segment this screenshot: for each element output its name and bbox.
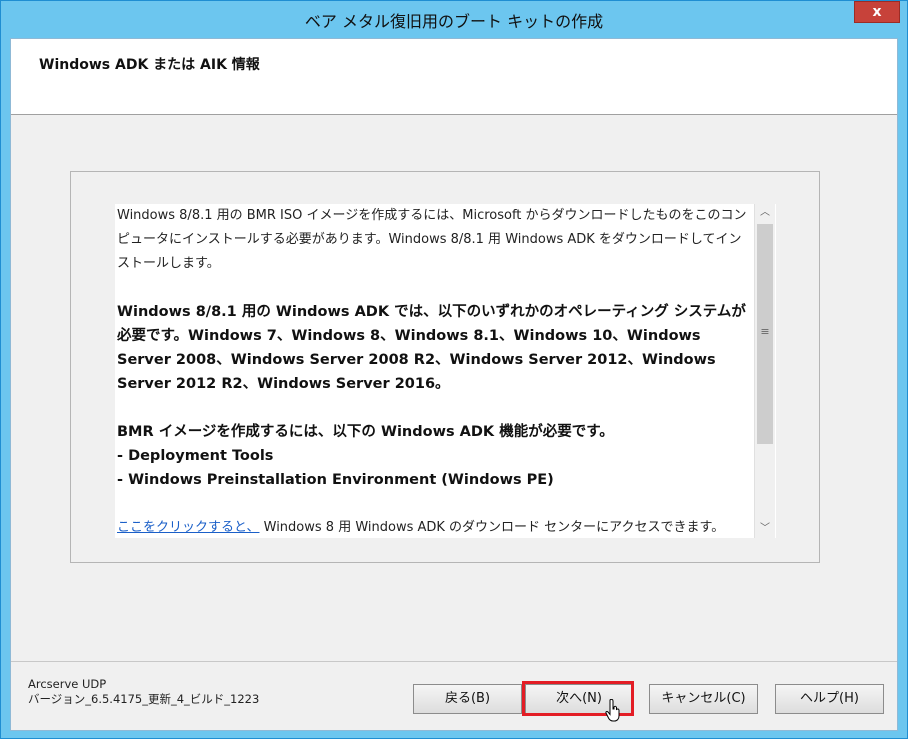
page-title: Windows ADK または AIK 情報: [39, 57, 260, 73]
version-string: バージョン_6.5.4175_更新_4_ビルド_1223: [28, 692, 260, 706]
title-bar[interactable]: ベア メタル復旧用のブート キットの作成 x: [1, 1, 907, 38]
dialog-client-area: Windows ADK または AIK 情報 Windows 8/8.1 用の …: [10, 38, 898, 731]
feature-windows-pe: - Windows Preinstallation Environment (W…: [117, 472, 554, 488]
requirements-paragraph: Windows 8/8.1 用の Windows ADK では、以下のいずれかの…: [117, 304, 746, 392]
window-bottom-border: [1, 731, 907, 738]
close-button[interactable]: x: [854, 1, 900, 23]
back-button[interactable]: 戻る(B): [413, 684, 522, 714]
cancel-button[interactable]: キャンセル(C): [649, 684, 758, 714]
scroll-up-arrow-icon[interactable]: ︿: [755, 204, 775, 222]
close-icon: x: [872, 4, 882, 20]
download-paragraph: ここをクリックすると、 Windows 8 用 Windows ADK のダウン…: [117, 516, 752, 540]
intro-paragraph: Windows 8/8.1 用の BMR ISO イメージを作成するには、Mic…: [117, 208, 747, 271]
scroll-thumb[interactable]: ≡: [757, 224, 773, 444]
header-panel: Windows ADK または AIK 情報: [11, 39, 897, 115]
dialog-window: ベア メタル復旧用のブート キットの作成 x Windows ADK または A…: [0, 0, 908, 739]
download-link-suffix: Windows 8 用 Windows ADK のダウンロード センターにアクセ…: [263, 520, 725, 535]
footer-divider: [11, 661, 897, 662]
mouse-cursor-icon: [605, 699, 620, 722]
info-text-box[interactable]: Windows 8/8.1 用の BMR ISO イメージを作成するには、Mic…: [115, 204, 776, 538]
vertical-scrollbar[interactable]: ︿ ≡ ﹀: [754, 204, 775, 538]
info-group-box: Windows 8/8.1 用の BMR ISO イメージを作成するには、Mic…: [70, 171, 820, 563]
window-title: ベア メタル復旧用のブート キットの作成: [304, 12, 604, 31]
version-info: Arcserve UDP バージョン_6.5.4175_更新_4_ビルド_122…: [28, 677, 259, 707]
info-text-content: Windows 8/8.1 用の BMR ISO イメージを作成するには、Mic…: [117, 204, 752, 540]
scroll-down-arrow-icon[interactable]: ﹀: [755, 520, 775, 538]
help-button[interactable]: ヘルプ(H): [775, 684, 884, 714]
product-name: Arcserve UDP: [28, 677, 107, 691]
feature-deployment-tools: - Deployment Tools: [117, 448, 274, 464]
download-link[interactable]: ここをクリックすると、: [117, 520, 259, 535]
features-intro: BMR イメージを作成するには、以下の Windows ADK 機能が必要です。: [117, 424, 614, 440]
grip-icon: ≡: [760, 325, 770, 338]
